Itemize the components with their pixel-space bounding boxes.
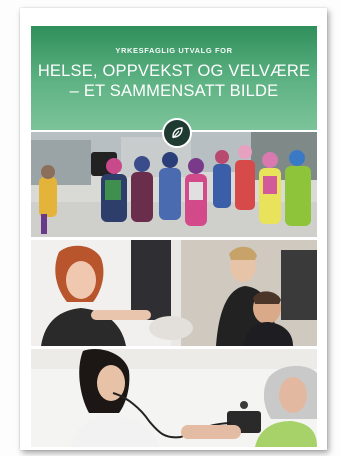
hairdressing-photo <box>31 240 317 346</box>
cover-kicker: YRKESFAGLIG UTVALG FOR <box>115 46 233 55</box>
cover-header: YRKESFAGLIG UTVALG FOR HELSE, OPPVEKST O… <box>31 26 317 130</box>
blood-pressure-photo <box>31 349 317 447</box>
page: YRKESFAGLIG UTVALG FOR HELSE, OPPVEKST O… <box>0 0 341 456</box>
leaf-icon <box>162 118 192 148</box>
cover-title-line-1: HELSE, OPPVEKST OG VELVÆRE <box>37 62 311 80</box>
cover-title-line-2: – ET SAMMENSATT BILDE <box>69 82 279 100</box>
cover-title: HELSE, OPPVEKST OG VELVÆRE – ET SAMMENSA… <box>37 61 311 101</box>
report-cover: YRKESFAGLIG UTVALG FOR HELSE, OPPVEKST O… <box>20 8 327 450</box>
